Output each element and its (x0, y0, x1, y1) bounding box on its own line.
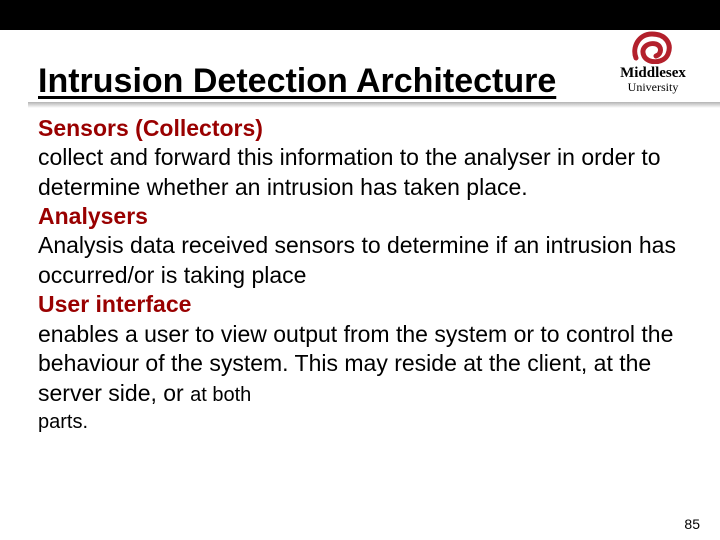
title-underline-shadow (28, 102, 720, 108)
logo-name: Middlesex (604, 66, 702, 81)
heading-sensors: Sensors (Collectors) (38, 115, 263, 141)
slide: Middlesex University Intrusion Detection… (0, 0, 720, 540)
text-ui-c: parts. (38, 410, 702, 436)
body-text: Sensors (Collectors) collect and forward… (38, 114, 702, 436)
page-number: 85 (684, 516, 700, 532)
text-analysers: Analysis data received sensors to determ… (38, 232, 676, 287)
slide-title: Intrusion Detection Architecture (38, 64, 556, 102)
text-sensors: collect and forward this information to … (38, 144, 661, 199)
heading-analysers: Analysers (38, 203, 148, 229)
text-ui-a: enables a user to view output from the s… (38, 321, 673, 406)
logo-sub: University (604, 81, 702, 93)
heading-ui: User interface (38, 291, 191, 317)
top-black-bar (0, 0, 720, 30)
title-wrap: Intrusion Detection Architecture (38, 64, 598, 102)
swirl-icon (628, 28, 678, 64)
text-ui-b: at both (190, 384, 251, 406)
university-logo: Middlesex University (604, 28, 702, 93)
